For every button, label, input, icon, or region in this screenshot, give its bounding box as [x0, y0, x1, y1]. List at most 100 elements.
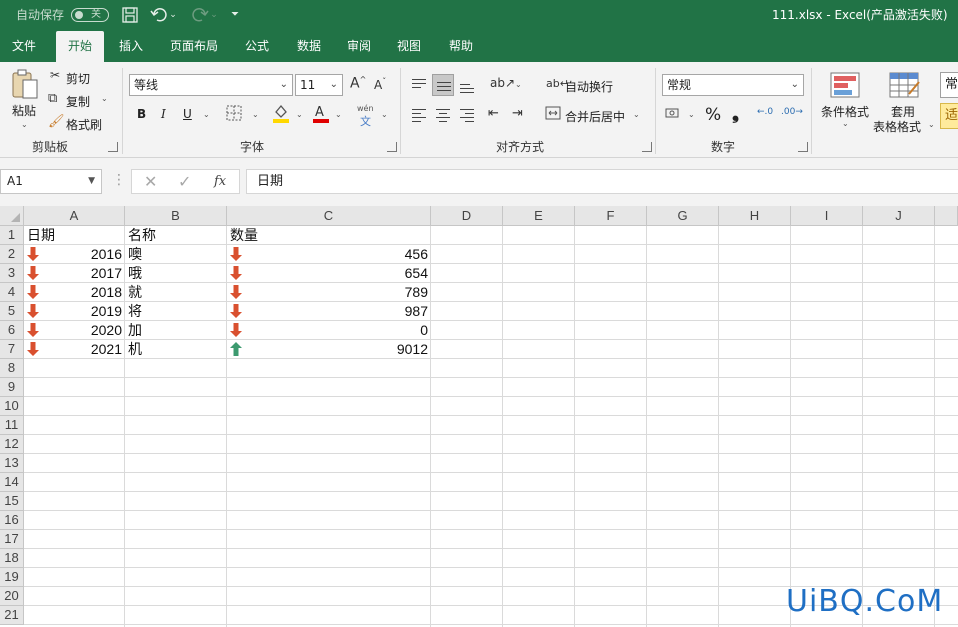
align-right-icon[interactable] [456, 104, 478, 126]
cell-b6[interactable]: 加 [125, 321, 227, 339]
alignment-launcher-icon[interactable] [642, 142, 652, 152]
cut-icon[interactable]: ✂ [50, 68, 60, 82]
paste-icon[interactable] [10, 68, 40, 99]
border-dropdown-icon[interactable]: ⌄ [252, 110, 259, 119]
cell-c7[interactable]: 9012 [227, 340, 431, 358]
increase-indent-icon[interactable]: ⇥ [512, 106, 523, 121]
formula-bar-resize-handle[interactable]: ⋮ [112, 172, 126, 188]
column-header-e[interactable]: E [503, 206, 575, 226]
paste-dropdown-icon[interactable]: ⌄ [21, 120, 28, 129]
paste-label[interactable]: 粘贴 [12, 102, 36, 119]
tab-view[interactable]: 视图 [386, 31, 432, 62]
accounting-format-icon[interactable] [665, 106, 681, 124]
orientation-icon[interactable]: ab↗ [490, 76, 515, 90]
cell-a7[interactable]: 2021 [24, 340, 125, 358]
increase-font-icon[interactable]: A^ [350, 75, 366, 92]
cell-a2[interactable]: 2016 [24, 245, 125, 263]
align-bottom-icon[interactable] [456, 74, 478, 96]
conditional-format-dropdown-icon[interactable]: ⌄ [842, 119, 849, 128]
align-left-icon[interactable] [408, 104, 430, 126]
cell-a3[interactable]: 2017 [24, 264, 125, 282]
wrap-text-button[interactable]: 自动换行 [565, 78, 613, 95]
column-header-f[interactable]: F [575, 206, 647, 226]
align-top-icon[interactable] [408, 74, 430, 96]
phonetic-guide-icon[interactable]: 文 [360, 113, 371, 129]
decrease-indent-icon[interactable]: ⇤ [488, 106, 499, 121]
cell-a6[interactable]: 2020 [24, 321, 125, 339]
increase-decimal-icon[interactable]: ←.0 [757, 107, 773, 117]
tab-page-layout[interactable]: 页面布局 [162, 31, 226, 62]
cell-style-normal[interactable]: 常 [940, 72, 958, 98]
percent-button[interactable]: % [705, 105, 721, 125]
number-format-select[interactable]: 常规 ⌄ [662, 74, 804, 96]
font-size-select[interactable]: 11 ⌄ [295, 74, 343, 96]
font-launcher-icon[interactable] [387, 142, 397, 152]
column-header-a[interactable]: A [24, 206, 125, 226]
formula-input[interactable]: 日期 [246, 169, 958, 194]
phonetic-label[interactable]: wén [357, 104, 374, 113]
customize-toolbar-icon[interactable]: ⏷ [228, 6, 242, 24]
row-header-20[interactable]: 20 [0, 587, 24, 606]
cell-a1[interactable]: 日期 [24, 226, 125, 244]
tab-home[interactable]: 开始 [56, 31, 104, 62]
copy-dropdown-icon[interactable]: ⌄ [101, 94, 108, 103]
row-header-13[interactable]: 13 [0, 454, 24, 473]
fill-color-icon[interactable] [272, 103, 290, 127]
cell-c4[interactable]: 789 [227, 283, 431, 301]
cell-b4[interactable]: 就 [125, 283, 227, 301]
format-as-table-dropdown-icon[interactable]: ⌄ [928, 120, 935, 129]
comma-style-button[interactable]: ❟ [732, 103, 739, 124]
cell-b2[interactable]: 噢 [125, 245, 227, 263]
tab-formulas[interactable]: 公式 [234, 31, 280, 62]
tab-insert[interactable]: 插入 [108, 31, 154, 62]
row-header-6[interactable]: 6 [0, 321, 24, 340]
align-middle-icon[interactable] [432, 74, 454, 96]
font-name-select[interactable]: 等线 ⌄ [129, 74, 293, 96]
row-header-1[interactable]: 1 [0, 226, 24, 245]
row-header-17[interactable]: 17 [0, 530, 24, 549]
row-header-18[interactable]: 18 [0, 549, 24, 568]
cell-c5[interactable]: 987 [227, 302, 431, 320]
row-header-8[interactable]: 8 [0, 359, 24, 378]
name-box[interactable]: A1 ▼ [0, 169, 102, 194]
insert-function-icon[interactable]: fx [214, 174, 226, 189]
column-header-d[interactable]: D [431, 206, 503, 226]
column-header-c[interactable]: C [227, 206, 431, 226]
decrease-decimal-icon[interactable]: .00→ [781, 107, 803, 117]
redo-dropdown-icon[interactable]: ⌄ [209, 6, 219, 24]
cell-c1[interactable]: 数量 [227, 226, 431, 244]
row-header-3[interactable]: 3 [0, 264, 24, 283]
column-header-partial[interactable] [935, 206, 958, 226]
number-launcher-icon[interactable] [798, 142, 808, 152]
clipboard-launcher-icon[interactable] [108, 142, 118, 152]
column-header-i[interactable]: I [791, 206, 863, 226]
cell-b3[interactable]: 哦 [125, 264, 227, 282]
format-as-table-label-2[interactable]: 表格格式 [873, 118, 921, 135]
tab-data[interactable]: 数据 [286, 31, 332, 62]
cell-c2[interactable]: 456 [227, 245, 431, 263]
copy-icon[interactable]: ⧉ [48, 91, 57, 106]
column-header-h[interactable]: H [719, 206, 791, 226]
tab-review[interactable]: 审阅 [336, 31, 382, 62]
decrease-font-icon[interactable]: Aˇ [374, 77, 386, 92]
copy-button[interactable]: 复制 [66, 93, 90, 110]
row-header-15[interactable]: 15 [0, 492, 24, 511]
select-all-corner[interactable] [0, 206, 24, 226]
row-header-12[interactable]: 12 [0, 435, 24, 454]
orientation-dropdown-icon[interactable]: ⌄ [515, 80, 522, 89]
format-painter-button[interactable]: 格式刷 [66, 116, 102, 133]
conditional-format-icon[interactable] [830, 72, 860, 102]
cut-button[interactable]: 剪切 [66, 70, 90, 87]
underline-dropdown-icon[interactable]: ⌄ [203, 110, 210, 119]
fill-color-dropdown-icon[interactable]: ⌄ [296, 110, 303, 119]
bold-button[interactable]: B [137, 107, 146, 121]
row-header-19[interactable]: 19 [0, 568, 24, 587]
cell-style-neutral[interactable]: 适 [940, 103, 958, 129]
cell-b7[interactable]: 机 [125, 340, 227, 358]
undo-dropdown-icon[interactable]: ⌄ [168, 6, 178, 24]
row-header-9[interactable]: 9 [0, 378, 24, 397]
format-painter-icon[interactable]: 🖌 [48, 114, 65, 129]
merge-dropdown-icon[interactable]: ⌄ [633, 110, 640, 119]
cell-c6[interactable]: 0 [227, 321, 431, 339]
accounting-dropdown-icon[interactable]: ⌄ [688, 110, 695, 119]
